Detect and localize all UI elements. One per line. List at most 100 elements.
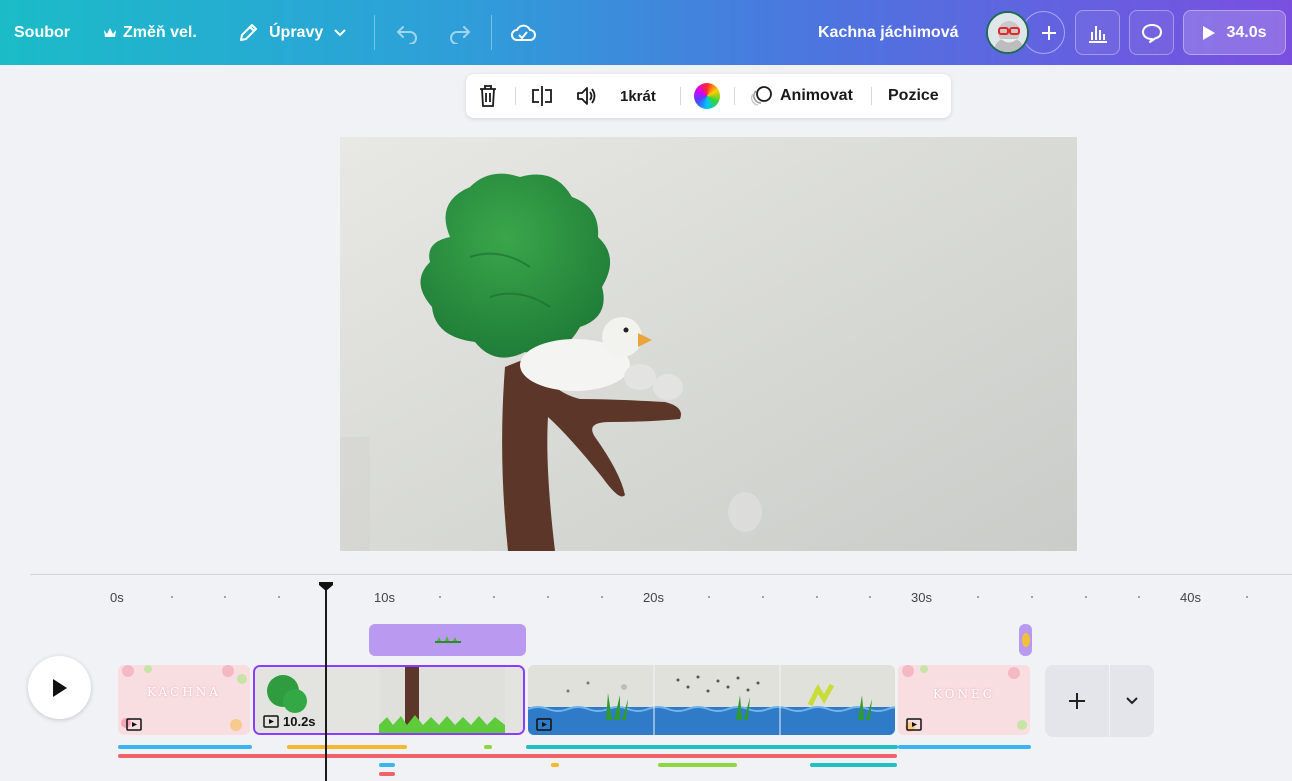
- toolbar-separator: [734, 87, 735, 105]
- clip-tree-selected[interactable]: 10.2s: [253, 665, 525, 735]
- tick-dot: [224, 596, 226, 598]
- audio-lane-segment[interactable]: [658, 763, 737, 767]
- redo-button[interactable]: [448, 0, 472, 65]
- pond-clip-thumbnail: [528, 665, 895, 735]
- tick-30s: 30s: [911, 590, 932, 605]
- project-title[interactable]: Kachna jáchimová: [818, 0, 959, 65]
- clip-badge: 10.2s: [263, 714, 316, 729]
- clip-badge: [906, 718, 922, 731]
- speed-button[interactable]: 1krát: [620, 74, 656, 118]
- project-title-text: Kachna jáchimová: [818, 23, 959, 41]
- split-button[interactable]: [530, 74, 554, 118]
- toolbar-separator: [374, 15, 375, 50]
- tick-dot: [1031, 596, 1033, 598]
- position-label: Pozice: [888, 87, 939, 104]
- timeline-play-button[interactable]: [28, 656, 91, 719]
- avatar[interactable]: [986, 11, 1029, 54]
- audio-lane-segment[interactable]: [810, 763, 897, 767]
- insights-button[interactable]: [1075, 10, 1120, 55]
- audio-lane-segment[interactable]: [379, 772, 395, 776]
- audio-lane-segment[interactable]: [287, 745, 407, 749]
- cloud-check-icon: [511, 24, 536, 41]
- undo-button[interactable]: [395, 0, 419, 65]
- pencil-icon: [240, 23, 257, 41]
- overlay-track-clip[interactable]: [369, 624, 526, 656]
- comment-icon: [1141, 23, 1162, 43]
- plasticine-tree-duck-image: [340, 137, 1077, 551]
- audio-lane-segment[interactable]: [118, 745, 252, 749]
- audio-lane-segment[interactable]: [526, 745, 898, 749]
- video-icon: [263, 715, 279, 728]
- edit-menu-label: Úpravy: [269, 23, 324, 41]
- color-wheel-icon: [694, 83, 720, 109]
- resize-button[interactable]: Změň vel.: [103, 0, 197, 65]
- tick-dot: [171, 596, 173, 598]
- split-icon: [532, 86, 552, 106]
- grass-overlay-icon: [435, 636, 461, 643]
- redo-icon: [450, 25, 471, 44]
- animate-icon: [751, 86, 772, 106]
- audio-lane-segment[interactable]: [379, 763, 395, 767]
- audio-lane-segment[interactable]: [118, 754, 897, 758]
- tick-10s: 10s: [374, 590, 395, 605]
- tick-dot: [601, 596, 603, 598]
- top-bar: Soubor Změň vel. Úpravy Kachna jáchimová: [0, 0, 1292, 65]
- crown-icon: [104, 27, 116, 37]
- volume-button[interactable]: [575, 74, 599, 118]
- save-status-button[interactable]: [510, 0, 536, 65]
- bar-chart-icon: [1088, 25, 1107, 43]
- tick-0s: 0s: [110, 590, 124, 605]
- intro-clip-title: KACHNA: [147, 685, 221, 699]
- resize-label: Změň vel.: [123, 23, 197, 41]
- undo-icon: [396, 25, 417, 44]
- toolbar-separator: [871, 87, 872, 105]
- speed-label: 1krát: [620, 87, 656, 105]
- element-toolbar: 1krát Animovat Pozice: [466, 74, 951, 118]
- tick-dot: [762, 596, 764, 598]
- speaker-icon: [577, 87, 596, 105]
- color-button[interactable]: [694, 74, 720, 118]
- duration-label: 34.0s: [1226, 23, 1267, 41]
- delete-button[interactable]: [477, 74, 499, 118]
- animate-button[interactable]: Animovat: [750, 74, 853, 118]
- tick-dot: [708, 596, 710, 598]
- tick-dot: [816, 596, 818, 598]
- edit-menu-button[interactable]: Úpravy: [237, 0, 347, 65]
- file-menu-label: Soubor: [14, 23, 70, 41]
- tick-dot: [869, 596, 871, 598]
- audio-lane-segment[interactable]: [484, 745, 492, 749]
- present-play-button[interactable]: 34.0s: [1183, 10, 1286, 55]
- design-canvas[interactable]: [340, 137, 1077, 551]
- position-button[interactable]: Pozice: [888, 74, 939, 118]
- timeline-divider: [30, 574, 1292, 575]
- play-icon: [52, 678, 67, 697]
- tick-dot: [493, 596, 495, 598]
- clip-pond[interactable]: [528, 665, 895, 735]
- audio-lane-segment[interactable]: [898, 745, 1031, 749]
- add-page-button[interactable]: [1045, 665, 1109, 737]
- sticker-track-clip[interactable]: [1019, 624, 1032, 656]
- toolbar-separator: [680, 87, 681, 105]
- tick-dot: [547, 596, 549, 598]
- plus-icon: [1041, 25, 1056, 40]
- tick-20s: 20s: [643, 590, 664, 605]
- add-page-dropdown[interactable]: [1110, 665, 1154, 737]
- clip-duration-label: 10.2s: [283, 714, 316, 729]
- clip-intro[interactable]: KACHNA: [118, 665, 250, 735]
- file-menu-button[interactable]: Soubor: [14, 0, 70, 65]
- clip-badge: [536, 718, 552, 731]
- video-icon: [906, 718, 922, 731]
- outro-clip-title: KONEC: [933, 687, 995, 701]
- clip-outro[interactable]: KONEC: [898, 665, 1030, 735]
- play-icon: [1203, 25, 1216, 40]
- tick-dot: [977, 596, 979, 598]
- playhead-line: [325, 590, 327, 781]
- comments-button[interactable]: [1129, 10, 1174, 55]
- plus-icon: [1069, 693, 1085, 709]
- animate-label: Animovat: [780, 87, 853, 104]
- video-icon: [536, 718, 552, 731]
- tick-dot: [439, 596, 441, 598]
- trash-icon: [480, 85, 496, 107]
- audio-lane-segment[interactable]: [551, 763, 559, 767]
- toolbar-separator: [515, 87, 516, 105]
